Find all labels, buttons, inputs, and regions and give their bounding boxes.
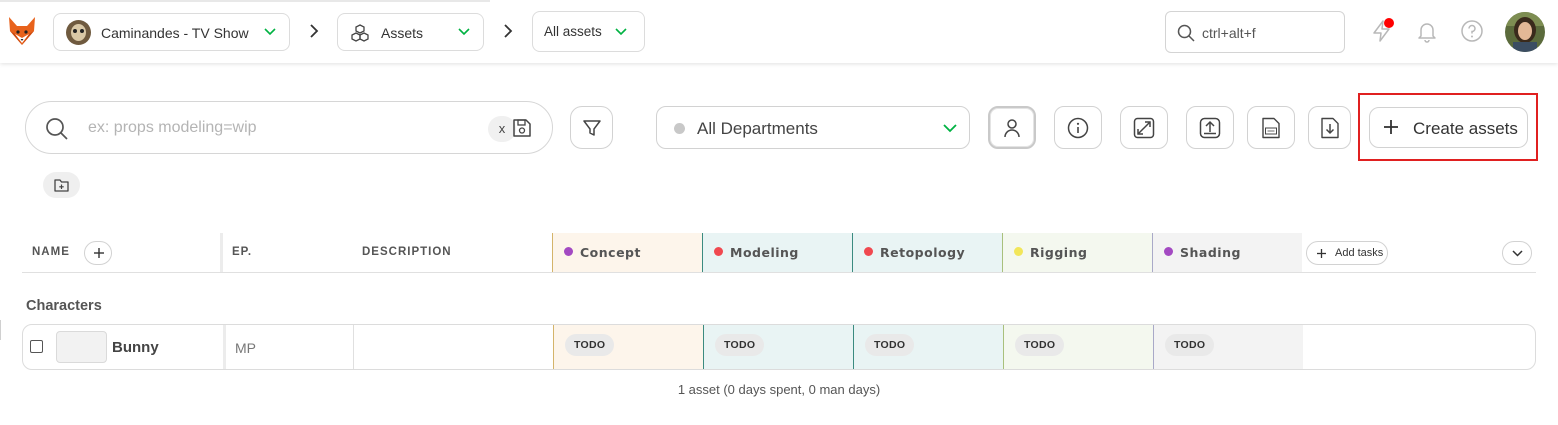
episode-header-label: EP. (232, 246, 253, 258)
production-avatar (66, 20, 91, 45)
episode-column-header: EP. (220, 233, 350, 272)
section-name: Assets (381, 25, 424, 41)
task-color-dot (714, 247, 723, 256)
plus-icon (1384, 120, 1398, 134)
production-name: Caminandes - TV Show (101, 25, 249, 41)
plus-icon (94, 248, 104, 258)
chevron-down-icon (1512, 250, 1523, 257)
add-column-button[interactable] (84, 241, 112, 265)
save-search-icon[interactable] (512, 118, 532, 138)
task-column-header-concept[interactable]: Concept (552, 233, 702, 272)
description-header-label: DESCRIPTION (362, 246, 452, 258)
task-status-cell-modeling[interactable]: TODO (703, 325, 853, 369)
task-status-cell-rigging[interactable]: TODO (1003, 325, 1153, 369)
info-icon (1067, 117, 1089, 138)
description-cell[interactable] (353, 325, 553, 369)
task-column-header-rigging[interactable]: Rigging (1002, 233, 1152, 272)
task-color-dot (564, 247, 573, 256)
table-row[interactable]: Bunny MP TODO TODO TODO TODO TODO (22, 324, 1536, 370)
name-header-label: NAME (32, 246, 70, 258)
upload-icon (1199, 117, 1221, 138)
episode-selector[interactable]: All assets (532, 11, 645, 52)
section-selector[interactable]: Assets (337, 13, 484, 51)
episode-value: MP (235, 340, 256, 356)
collapse-columns-button[interactable] (1502, 241, 1532, 265)
asset-search-placeholder: ex: props modeling=wip (88, 119, 257, 136)
task-column-label: Retopology (880, 245, 966, 260)
top-divider (0, 0, 490, 2)
download-button[interactable] (1308, 106, 1351, 149)
task-column-header-retopology[interactable]: Retopology (852, 233, 1002, 272)
status-badge[interactable]: TODO (715, 334, 765, 356)
status-badge[interactable]: TODO (565, 334, 615, 356)
global-search-input[interactable]: ctrl+alt+f (1165, 11, 1345, 53)
episode-name: All assets (544, 24, 602, 39)
user-avatar[interactable] (1505, 12, 1545, 52)
help-icon[interactable] (1460, 19, 1484, 43)
add-tasks-label: Add tasks (1335, 247, 1384, 259)
task-column-label: Rigging (1030, 245, 1088, 260)
plus-icon (1317, 249, 1326, 258)
department-selector[interactable]: All Departments (656, 106, 970, 149)
folder-add-icon (54, 179, 69, 192)
notification-dot (1384, 18, 1394, 28)
name-column-header: NAME (22, 233, 220, 272)
search-icon (46, 118, 68, 140)
search-queries-folder-button[interactable] (43, 172, 80, 198)
task-status-cell-shading[interactable]: TODO (1153, 325, 1303, 369)
create-assets-button[interactable]: Create assets (1369, 107, 1528, 148)
task-column-label: Shading (1180, 245, 1241, 260)
task-column-label: Concept (580, 245, 641, 260)
status-badge[interactable]: TODO (1165, 334, 1215, 356)
download-file-icon (1320, 117, 1339, 138)
task-color-dot (1014, 247, 1023, 256)
bell-icon[interactable] (1415, 19, 1439, 43)
group-title: Characters (26, 298, 102, 314)
asset-name[interactable]: Bunny (112, 339, 159, 356)
scroll-edge (0, 320, 1, 340)
fox-logo-icon[interactable] (6, 15, 38, 47)
description-column-header: DESCRIPTION (352, 233, 552, 272)
filter-icon (582, 119, 601, 136)
task-color-dot (1164, 247, 1173, 256)
search-icon (1177, 24, 1195, 42)
export-csv-button[interactable] (1247, 106, 1295, 149)
task-column-header-shading[interactable]: Shading (1152, 233, 1302, 272)
production-selector[interactable]: Caminandes - TV Show (53, 13, 290, 51)
expand-button[interactable] (1120, 106, 1168, 149)
assigned-to-me-button[interactable] (988, 106, 1036, 149)
chevron-down-icon (615, 28, 627, 36)
info-button[interactable] (1054, 106, 1102, 149)
filter-button[interactable] (570, 106, 613, 149)
task-column-label: Modeling (730, 245, 799, 260)
chevron-right-icon (504, 24, 513, 38)
task-column-header-modeling[interactable]: Modeling (702, 233, 852, 272)
asset-search-input[interactable]: ex: props modeling=wip x (25, 101, 553, 154)
department-label: All Departments (697, 119, 818, 138)
task-color-dot (864, 247, 873, 256)
create-assets-label: Create assets (1413, 119, 1518, 138)
chevron-right-icon (310, 24, 319, 38)
task-status-cell-retopology[interactable]: TODO (853, 325, 1003, 369)
status-badge[interactable]: TODO (1015, 334, 1065, 356)
table-summary: 1 asset (0 days spent, 0 man days) (677, 382, 881, 397)
add-tasks-button[interactable]: Add tasks (1306, 241, 1388, 265)
episode-cell: MP (223, 325, 353, 369)
import-button[interactable] (1186, 106, 1234, 149)
row-checkbox[interactable] (30, 340, 43, 353)
person-icon (1004, 118, 1020, 137)
table-header: NAME EP. DESCRIPTION Concept Modeling Reto… (22, 233, 1536, 273)
chevron-down-icon (458, 28, 470, 36)
asset-thumbnail[interactable] (56, 331, 107, 363)
global-search-placeholder: ctrl+alt+f (1202, 25, 1256, 41)
chevron-down-icon (264, 28, 276, 36)
expand-icon (1133, 117, 1155, 138)
task-status-cell-concept[interactable]: TODO (553, 325, 703, 369)
status-badge[interactable]: TODO (865, 334, 915, 356)
cubes-icon (351, 24, 369, 42)
top-bar: Caminandes - TV Show Assets All assets c… (0, 0, 1558, 63)
chevron-down-icon (943, 124, 957, 133)
csv-file-icon (1262, 117, 1280, 138)
department-color-dot (674, 123, 685, 134)
